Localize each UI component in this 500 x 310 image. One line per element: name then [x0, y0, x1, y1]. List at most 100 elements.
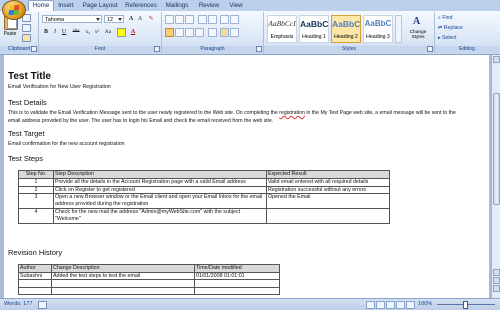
highlight-icon[interactable] [117, 28, 126, 37]
style-heading-2[interactable]: AaBbC Heading 2 [331, 15, 361, 43]
font-group-label: Font [39, 46, 161, 53]
italic-button[interactable]: I [51, 28, 59, 36]
font-launcher-icon[interactable] [154, 46, 160, 52]
replace-button[interactable]: ⇄ Replace [438, 25, 463, 31]
revision-history-table: Author Change Description Time/Date modi… [18, 264, 280, 295]
tab-references[interactable]: References [123, 1, 159, 11]
clear-format-icon[interactable]: ✎ [147, 15, 155, 23]
document-page[interactable]: Test Title Email Verification for New Us… [4, 55, 489, 298]
step-description: Open a new Browser window or the Email c… [53, 193, 267, 209]
details-heading: Test Details [8, 98, 47, 107]
ribbon: Paste Clipboard Tahoma 12 A A ✎ B I U ab… [0, 11, 500, 55]
styles-launcher-icon[interactable] [427, 46, 433, 52]
office-button[interactable] [2, 0, 26, 20]
sort-icon[interactable] [220, 15, 229, 24]
decrease-indent-icon[interactable] [198, 15, 207, 24]
web-layout-icon[interactable] [386, 301, 395, 309]
strikethrough-button[interactable]: abe [70, 28, 82, 36]
table-header-row: Step No. Step Description Expected Resul… [18, 170, 390, 179]
styles-scroll-icon[interactable] [395, 15, 402, 43]
next-page-icon[interactable] [493, 285, 500, 292]
align-center-icon[interactable] [175, 28, 184, 37]
zoom-slider-knob[interactable] [463, 301, 468, 309]
style-sample: AaBbC [364, 19, 392, 28]
subscript-button[interactable]: x₂ [84, 28, 92, 36]
full-screen-reading-icon[interactable] [376, 301, 385, 309]
copy-icon[interactable] [22, 24, 31, 32]
table-row: 1 Provide all the details in the Account… [18, 177, 390, 187]
align-left-icon[interactable] [165, 28, 174, 37]
paragraph-group: Paragraph [162, 12, 264, 53]
chevron-down-icon [118, 18, 122, 21]
bold-button[interactable]: B [42, 28, 50, 36]
header-author: Author [18, 264, 52, 273]
browse-object-icon[interactable] [493, 277, 500, 284]
draft-icon[interactable] [406, 301, 415, 309]
show-marks-icon[interactable] [230, 15, 239, 24]
align-right-icon[interactable] [185, 28, 194, 37]
step-description: Provide all the details in the Account R… [53, 177, 267, 187]
step-no: 4 [18, 207, 54, 224]
tab-page-layout[interactable]: Page Layout [80, 1, 120, 11]
vertical-scrollbar[interactable] [491, 55, 500, 298]
select-label: Select [442, 35, 457, 41]
underline-button[interactable]: U [60, 28, 68, 36]
change-styles-button[interactable]: A Change Styles [405, 15, 431, 43]
revision-change [51, 286, 195, 295]
change-styles-icon: A [413, 16, 421, 27]
print-layout-icon[interactable] [366, 301, 375, 309]
shrink-font-icon[interactable]: A [136, 15, 144, 23]
find-button[interactable]: ⌕ Find [438, 15, 452, 22]
tab-insert[interactable]: Insert [55, 1, 77, 11]
revision-time [194, 286, 280, 295]
step-no: 2 [18, 185, 54, 195]
change-case-button[interactable]: Aa [103, 28, 113, 36]
word-count[interactable]: Words: 177 [4, 300, 33, 309]
bullets-icon[interactable] [165, 15, 174, 24]
font-size-select[interactable]: 12 [104, 15, 124, 23]
scroll-up-icon[interactable] [493, 56, 500, 63]
format-painter-icon[interactable] [22, 34, 31, 42]
details-text: This is to validate the Email Verificati… [8, 109, 478, 125]
proofing-icon[interactable] [38, 301, 47, 309]
shading-icon[interactable] [220, 28, 229, 37]
scroll-thumb[interactable] [493, 93, 500, 205]
numbering-icon[interactable] [175, 15, 184, 24]
step-description: Check for the new mail the address "Admi… [53, 207, 267, 224]
borders-icon[interactable] [230, 28, 239, 37]
expected-result: Opened the Email [266, 193, 390, 209]
target-heading: Test Target [8, 129, 45, 138]
font-name-select[interactable]: Tahoma [42, 15, 102, 23]
style-heading-1[interactable]: AaBbC Heading 1 [299, 15, 329, 43]
superscript-button[interactable]: x² [93, 28, 101, 36]
previous-page-icon[interactable] [493, 269, 500, 276]
table-row: 4 Check for the new mail the address "Ad… [18, 207, 390, 224]
font-color-icon[interactable]: A [129, 28, 137, 36]
outline-icon[interactable] [396, 301, 405, 309]
style-name: Heading 3 [366, 34, 390, 40]
tab-view[interactable]: View [226, 1, 246, 11]
font-name-value: Tahoma [45, 17, 65, 23]
tab-mailings[interactable]: Mailings [162, 1, 192, 11]
multilevel-list-icon[interactable] [185, 15, 194, 24]
paragraph-launcher-icon[interactable] [256, 46, 262, 52]
zoom-level[interactable]: 100% [418, 300, 432, 309]
style-heading-3[interactable]: AaBbC Heading 3 [363, 15, 393, 43]
grow-font-icon[interactable]: A [127, 15, 135, 23]
word-window: Home Insert Page Layout References Maili… [0, 0, 500, 310]
tab-home[interactable]: Home [28, 0, 54, 11]
select-button[interactable]: ▸ Select [438, 35, 456, 41]
increase-indent-icon[interactable] [208, 15, 217, 24]
clipboard-launcher-icon[interactable] [31, 46, 37, 52]
styles-group-label: Styles [264, 46, 434, 53]
style-emphasis[interactable]: AaBbCcI Emphasis [267, 15, 297, 43]
step-no: 3 [18, 193, 54, 209]
revision-author [18, 279, 52, 288]
editing-group: ⌕ Find ⇄ Replace ▸ Select Editing [435, 12, 499, 53]
line-spacing-icon[interactable] [208, 28, 217, 37]
table-row [18, 286, 280, 295]
paste-label: Paste [3, 31, 17, 37]
justify-icon[interactable] [195, 28, 204, 37]
tab-review[interactable]: Review [196, 1, 222, 11]
zoom-slider[interactable] [437, 301, 495, 309]
